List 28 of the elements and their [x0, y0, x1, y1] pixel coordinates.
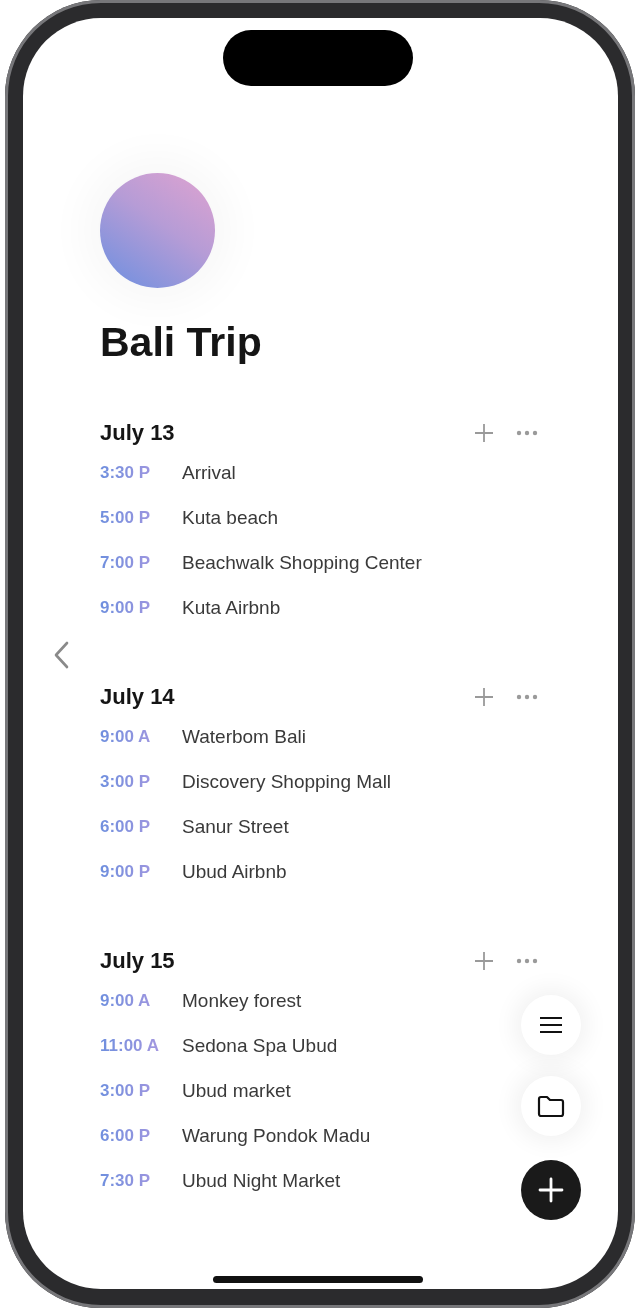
- day-heading: July 15: [100, 948, 175, 974]
- event-title[interactable]: Waterbom Bali: [182, 725, 306, 748]
- add-icon[interactable]: [474, 951, 494, 971]
- event-title[interactable]: Warung Pondok Madu: [182, 1124, 371, 1147]
- event-title[interactable]: Kuta Airbnb: [182, 596, 281, 619]
- more-icon[interactable]: [516, 694, 538, 700]
- day-heading: July 13: [100, 420, 175, 446]
- back-chevron-icon[interactable]: [53, 641, 69, 669]
- event-title[interactable]: Ubud Airbnb: [182, 860, 287, 883]
- event-title[interactable]: Sedona Spa Ubud: [182, 1034, 338, 1057]
- day-heading: July 14: [100, 684, 175, 710]
- add-button[interactable]: [521, 1160, 581, 1220]
- event-title[interactable]: Sanur Street: [182, 815, 289, 838]
- more-icon[interactable]: [516, 430, 538, 436]
- add-icon[interactable]: [474, 423, 494, 443]
- event-title[interactable]: Discovery Shopping Mall: [182, 770, 392, 793]
- trip-title: Bali Trip: [100, 318, 263, 366]
- plus-icon: [538, 1177, 564, 1203]
- event-title[interactable]: Monkey forest: [182, 989, 302, 1012]
- event-title[interactable]: Beachwalk Shopping Center: [182, 551, 422, 574]
- event-title[interactable]: Arrival: [182, 461, 236, 484]
- folder-icon: [537, 1094, 565, 1118]
- event-title[interactable]: Ubud Night Market: [182, 1169, 341, 1192]
- event-title[interactable]: Ubud market: [182, 1079, 291, 1102]
- add-icon[interactable]: [474, 687, 494, 707]
- menu-icon: [539, 1016, 563, 1034]
- event-title[interactable]: Kuta beach: [182, 506, 279, 529]
- more-icon[interactable]: [516, 958, 538, 964]
